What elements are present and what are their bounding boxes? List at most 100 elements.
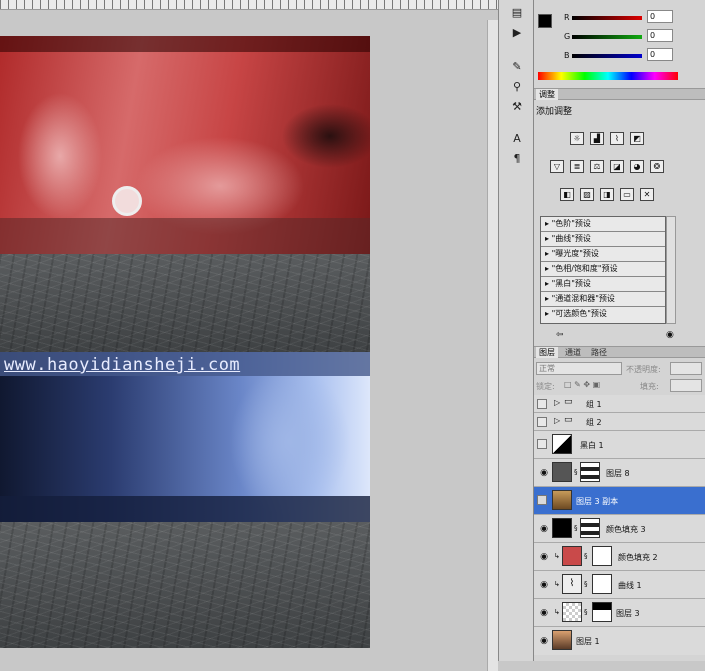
eye-icon[interactable]: ◉ <box>538 635 550 647</box>
gradient-map-icon[interactable]: ▭ <box>620 188 634 201</box>
vibrance-icon[interactable]: ▽ <box>550 160 564 173</box>
eye-icon[interactable]: ◉ <box>538 551 550 563</box>
presets-scrollbar[interactable] <box>666 216 676 324</box>
photo-filter-icon[interactable]: ◕ <box>630 160 644 173</box>
eye-icon[interactable]: ◉ <box>538 607 550 619</box>
eye-icon[interactable]: ◉ <box>538 467 550 479</box>
channel-mixer-icon[interactable]: ❂ <box>650 160 664 173</box>
eye-icon[interactable]: ◉ <box>538 579 550 591</box>
threshold-icon[interactable]: ◨ <box>600 188 614 201</box>
list-item[interactable]: ▸ "曲线"预设 <box>541 232 665 247</box>
selective-color-icon[interactable]: ✕ <box>640 188 654 201</box>
link-icon: § <box>584 580 588 588</box>
black-white-icon[interactable]: ◪ <box>610 160 624 173</box>
visibility-toggle[interactable] <box>537 495 547 505</box>
brush-presets-icon[interactable]: ✎ <box>508 58 526 74</box>
invert-icon[interactable]: ◧ <box>560 188 574 201</box>
horizontal-ruler <box>0 0 498 10</box>
adjustment-presets-list: ▸ "色阶"预设 ▸ "曲线"预设 ▸ "曝光度"预设 ▸ "色相/饱和度"预设… <box>540 216 666 324</box>
layer-row[interactable]: ◉ § 图层 8 <box>534 459 705 487</box>
curves-icon: ⌇ <box>562 574 582 594</box>
red-band-bottom <box>0 218 370 254</box>
layer-name: 颜色填充 2 <box>618 553 658 562</box>
layer-thumbnail <box>552 462 572 482</box>
clip-arrow-icon: ↳ <box>554 608 560 616</box>
visibility-toggle[interactable] <box>537 399 547 409</box>
visibility-toggle[interactable] <box>537 439 547 449</box>
canvas-area[interactable]: www.haoyidiansheji.com <box>0 10 498 671</box>
levels-icon[interactable]: ▟ <box>590 132 604 145</box>
green-value-field[interactable]: 0 <box>647 29 673 42</box>
layer-row[interactable]: ▷ ▭ 组 1 <box>534 395 705 413</box>
tab-adjustments[interactable]: 调整 <box>536 89 558 100</box>
list-item[interactable]: ▸ "黑白"预设 <box>541 277 665 292</box>
visibility-toggle[interactable] <box>537 417 547 427</box>
preset-label: "可选颜色"预设 <box>551 309 607 318</box>
layer-row[interactable]: ◉ ↳ ⌇ § 曲线 1 <box>534 571 705 599</box>
layer-row[interactable]: ◉ ↳ § 颜色填充 2 <box>534 543 705 571</box>
list-item[interactable]: ▸ "曝光度"预设 <box>541 247 665 262</box>
blue-band-bottom <box>0 496 370 522</box>
layer-thumbnail <box>552 518 572 538</box>
history-icon[interactable]: ▤ <box>508 4 526 20</box>
list-item[interactable]: ▸ "可选颜色"预设 <box>541 307 665 322</box>
canvas-scrollbar[interactable] <box>487 20 498 671</box>
adjustments-tab-bar: 调整 <box>534 88 705 100</box>
list-item[interactable]: ▸ "色相/饱和度"预设 <box>541 262 665 277</box>
red-band-top <box>0 36 370 52</box>
green-slider[interactable] <box>572 35 642 39</box>
eye-icon[interactable]: ◉ <box>538 523 550 535</box>
curves-icon[interactable]: ⌇ <box>610 132 624 145</box>
paragraph-icon[interactable]: ¶ <box>508 150 526 166</box>
brightness-icon[interactable]: ☼ <box>570 132 584 145</box>
posterize-icon[interactable]: ▨ <box>580 188 594 201</box>
blue-tinted-photo: www.haoyidiansheji.com <box>0 352 370 522</box>
hue-saturation-icon[interactable]: ≣ <box>570 160 584 173</box>
clone-source-icon[interactable]: ⚲ <box>508 78 526 94</box>
lock-icons[interactable]: □ ✎ ✥ ▣ <box>564 380 600 389</box>
red-value-field[interactable]: 0 <box>647 10 673 23</box>
tab-channels[interactable]: 通道 <box>562 347 584 358</box>
color-spectrum-bar[interactable] <box>538 72 678 80</box>
blend-mode-select[interactable]: 正常 <box>536 362 622 375</box>
layer-row[interactable]: 黑白 1 <box>534 431 705 459</box>
color-balance-icon[interactable]: ⚖ <box>590 160 604 173</box>
layer-name: 图层 3 <box>616 609 640 618</box>
opacity-label: 不透明度: <box>626 365 661 374</box>
preset-label: "通道混和器"预设 <box>551 294 615 303</box>
mask-thumbnail <box>592 574 612 594</box>
return-icon[interactable]: ⇦ <box>556 330 564 340</box>
lock-label: 锁定: <box>536 382 555 391</box>
list-item[interactable]: ▸ "色阶"预设 <box>541 217 665 232</box>
blue-value-field[interactable]: 0 <box>647 48 673 61</box>
preset-label: "色阶"预设 <box>551 219 591 228</box>
tab-paths[interactable]: 路径 <box>588 347 610 358</box>
layer-thumbnail <box>552 490 572 510</box>
red-channel-label: R <box>564 13 570 22</box>
preset-label: "色相/饱和度"预设 <box>551 264 618 273</box>
red-slider[interactable] <box>572 16 642 20</box>
layer-row[interactable]: ◉ ↳ § 图层 3 <box>534 599 705 627</box>
folder-icon: ▭ <box>564 397 573 407</box>
layer-name: 图层 1 <box>576 637 600 646</box>
fill-field[interactable] <box>670 379 702 392</box>
exposure-icon[interactable]: ◩ <box>630 132 644 145</box>
layer-row[interactable]: ◉ 图层 1 <box>534 627 705 655</box>
tool-presets-icon[interactable]: ⚒ <box>508 98 526 114</box>
tab-layers[interactable]: 图层 <box>536 347 558 358</box>
list-item[interactable]: ▸ "通道混和器"预设 <box>541 292 665 307</box>
layer-row[interactable]: ◉ § 颜色填充 3 <box>534 515 705 543</box>
opacity-field[interactable] <box>670 362 702 375</box>
expand-triangle-icon[interactable]: ▷ <box>554 398 560 407</box>
foreground-color-swatch[interactable] <box>538 14 552 28</box>
document-canvas[interactable]: www.haoyidiansheji.com <box>0 36 370 648</box>
actions-icon[interactable]: ▶ <box>508 24 526 40</box>
character-icon[interactable]: A <box>508 130 526 146</box>
right-panels: R 0 G 0 B 0 调整 添加调整 ☼ ▟ ⌇ ◩ ▽ ≣ ⚖ ◪ ◕ ❂ … <box>534 0 705 661</box>
layer-row-selected[interactable]: 图层 3 副本 <box>534 487 705 515</box>
layer-name: 图层 8 <box>606 469 630 478</box>
blue-slider[interactable] <box>572 54 642 58</box>
layer-row[interactable]: ▷ ▭ 组 2 <box>534 413 705 431</box>
expand-triangle-icon[interactable]: ▷ <box>554 416 560 425</box>
clip-icon[interactable]: ◉ <box>666 330 674 340</box>
